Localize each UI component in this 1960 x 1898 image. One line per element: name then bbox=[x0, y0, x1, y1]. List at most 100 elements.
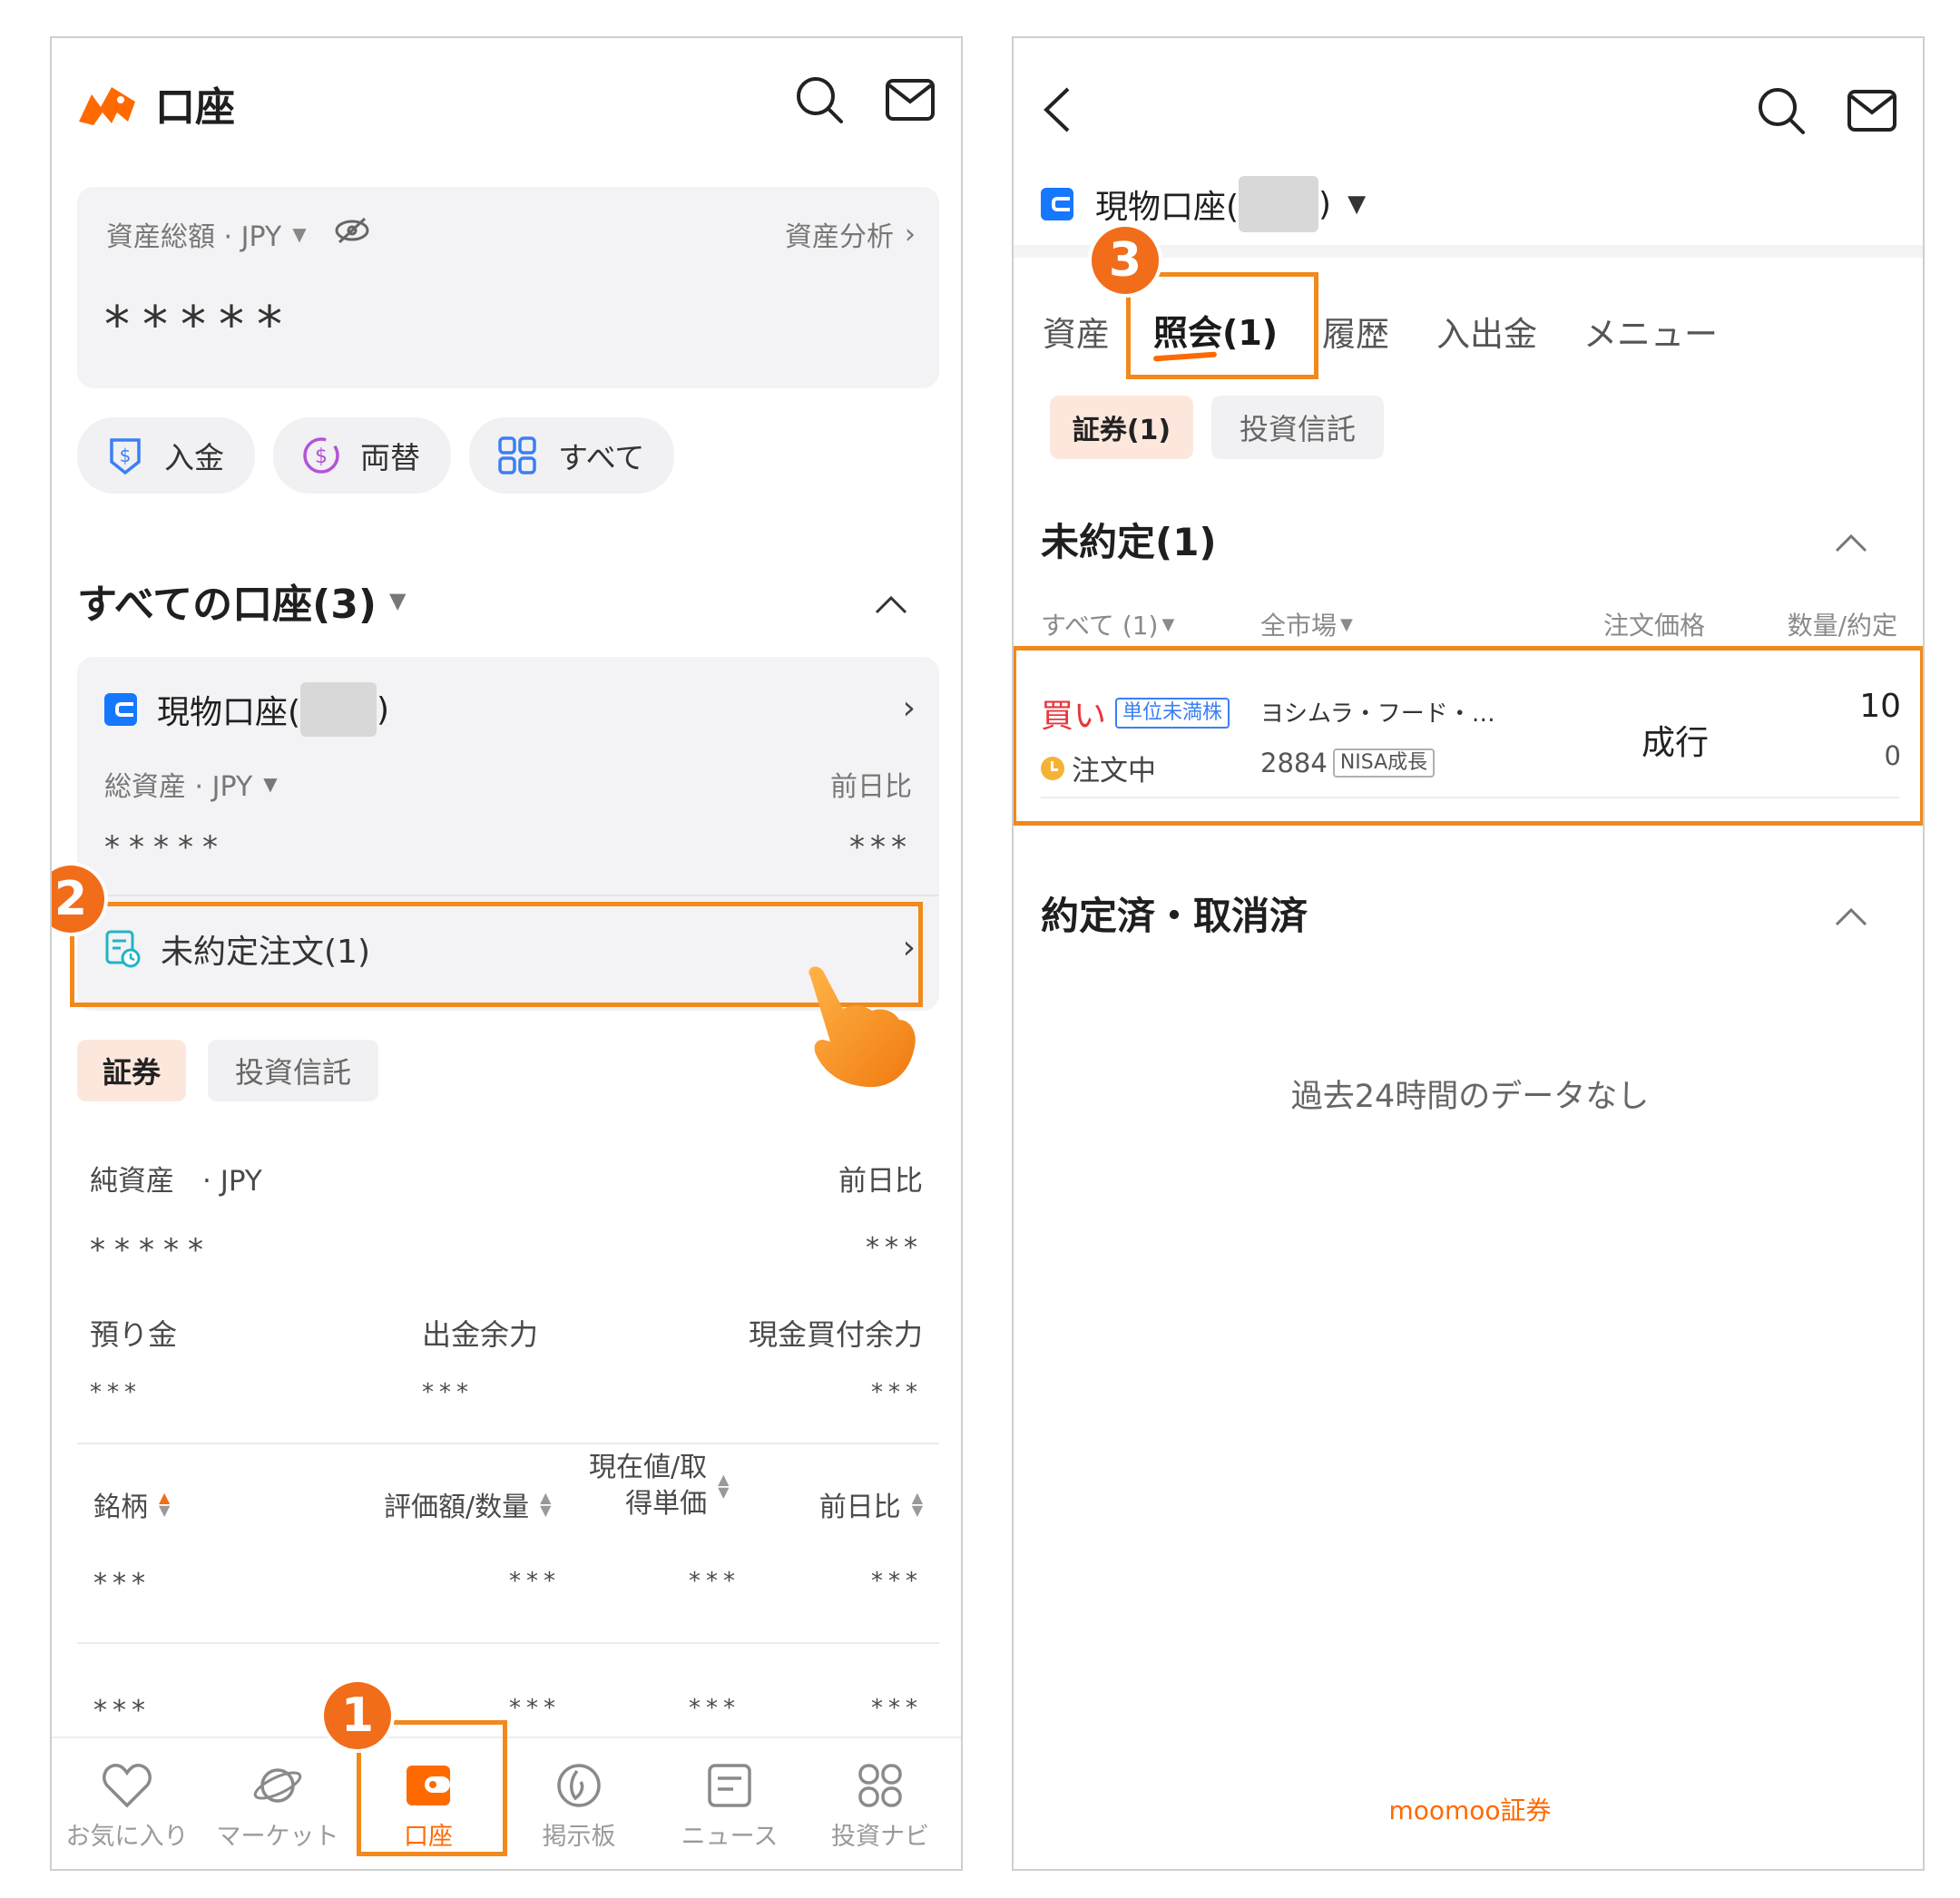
step-2-highlight bbox=[70, 902, 923, 1007]
asset-total-label: 資産総額 · JPY bbox=[106, 221, 282, 253]
caret-down-icon: ▼ bbox=[389, 588, 407, 613]
caret-down-icon: ▼ bbox=[1161, 614, 1175, 634]
sort-icon: ▲ ▼ bbox=[911, 1489, 923, 1519]
tab-mutual-funds-label: 投資信託 bbox=[1239, 412, 1356, 446]
tab-mutual-funds[interactable]: 投資信託 bbox=[1211, 396, 1384, 459]
tab-mutual-funds-label: 投資信託 bbox=[234, 1055, 351, 1090]
right-phone-screen: 現物口座( ) ▼ 資産 照会(1) 履歴 入出金 メニュー 3 証券(1) 投… bbox=[1012, 36, 1925, 1871]
tab-assets[interactable]: 資産 bbox=[1043, 307, 1110, 356]
svg-text:$: $ bbox=[315, 445, 328, 468]
board-icon bbox=[557, 1764, 601, 1807]
column-header-symbol[interactable]: 銘柄 ▲ ▼ bbox=[93, 1484, 170, 1524]
net-day-change-value: *** bbox=[866, 1232, 923, 1264]
tab-securities-label: 証券(1) bbox=[1072, 415, 1171, 446]
table-cell: *** bbox=[509, 1695, 561, 1722]
collapse-chevron-up-icon[interactable] bbox=[1834, 905, 1868, 931]
withdrawable-value: *** bbox=[422, 1379, 474, 1406]
tab-securities-label: 証券 bbox=[102, 1055, 161, 1090]
column-qty-filled: 数量/約定 bbox=[1787, 611, 1897, 641]
back-arrow-icon[interactable] bbox=[1041, 85, 1072, 138]
empty-state-text: 過去24時間のデータなし bbox=[1290, 1079, 1650, 1115]
column-symbol-label: 銘柄 bbox=[93, 1492, 148, 1523]
net-assets-value: ***** bbox=[90, 1232, 212, 1268]
nav-board-label: 掲示板 bbox=[542, 1823, 616, 1851]
currency-dropdown-icon[interactable]: ▼ bbox=[292, 223, 306, 245]
sort-icon: ▲ ▼ bbox=[540, 1489, 552, 1519]
svg-text:$: $ bbox=[120, 445, 132, 466]
asset-analysis-label: 資産分析 bbox=[785, 221, 894, 253]
heart-icon bbox=[103, 1764, 152, 1808]
column-header-value[interactable]: 評価額/数量 ▲ ▼ bbox=[384, 1484, 551, 1524]
table-cell: *** bbox=[689, 1568, 740, 1595]
nav-board[interactable]: 掲示板 bbox=[504, 1762, 654, 1869]
total-assets-value: ***** bbox=[104, 829, 227, 866]
account-selector[interactable]: 現物口座( ) ▼ bbox=[1041, 176, 1366, 232]
column-value-label: 評価額/数量 bbox=[384, 1492, 530, 1523]
app-logo bbox=[75, 76, 139, 132]
nav-invest-navi[interactable]: 投資ナビ bbox=[805, 1762, 956, 1869]
chevron-right-icon: › bbox=[905, 218, 916, 250]
table-cell: *** bbox=[93, 1695, 151, 1727]
sort-icon: ▲ ▼ bbox=[718, 1471, 730, 1501]
nav-market-label: マーケット bbox=[216, 1823, 339, 1851]
column-header-day-change[interactable]: 前日比 ▲ ▼ bbox=[819, 1484, 923, 1524]
market-filter[interactable]: 全市場 ▼ bbox=[1260, 606, 1353, 642]
account-icon bbox=[104, 693, 137, 726]
done-section-title: 約定済・取消済 bbox=[1041, 894, 1308, 938]
nav-favorites[interactable]: お気に入り bbox=[52, 1762, 202, 1869]
mail-icon[interactable] bbox=[1847, 89, 1897, 136]
nav-news[interactable]: ニュース bbox=[654, 1762, 805, 1869]
collapse-chevron-up-icon[interactable] bbox=[1834, 532, 1868, 557]
asset-summary-card: 資産総額 · JPY ▼ 資産分析 › ***** bbox=[77, 187, 939, 388]
search-icon[interactable] bbox=[1756, 85, 1807, 140]
side-filter[interactable]: すべて (1) ▼ bbox=[1041, 606, 1174, 642]
asset-analysis-link[interactable]: 資産分析 › bbox=[785, 214, 916, 254]
footer-brand: moomoo証券 bbox=[1388, 1795, 1552, 1825]
day-change-label: 前日比 bbox=[830, 771, 912, 803]
hide-balance-icon[interactable] bbox=[334, 217, 370, 251]
exchange-icon: $ bbox=[303, 437, 339, 474]
account-number-mask bbox=[1239, 176, 1319, 232]
all-actions-button[interactable]: すべて bbox=[469, 417, 674, 494]
sort-icon: ▲ ▼ bbox=[159, 1489, 171, 1519]
search-icon[interactable] bbox=[794, 74, 845, 129]
tab-menu[interactable]: メニュー bbox=[1583, 307, 1718, 356]
moomoo-logo-icon bbox=[79, 87, 135, 125]
account-number-mask bbox=[300, 682, 377, 737]
account-name-suffix: ) bbox=[377, 690, 390, 729]
navi-icon bbox=[858, 1764, 902, 1807]
pending-section-title: 未約定(1) bbox=[1041, 520, 1217, 564]
caret-down-icon[interactable]: ▼ bbox=[263, 773, 277, 795]
table-cell: *** bbox=[689, 1695, 740, 1722]
withdrawable-label: 出金余力 bbox=[422, 1317, 539, 1352]
collapse-chevron-up-icon[interactable] bbox=[874, 593, 908, 619]
column-order-price: 注文価格 bbox=[1603, 611, 1706, 641]
market-filter-label: 全市場 bbox=[1260, 611, 1338, 641]
nav-market[interactable]: マーケット bbox=[202, 1762, 353, 1869]
account-name-row[interactable]: 現物口座( ) bbox=[104, 682, 389, 737]
tab-deposit-withdraw[interactable]: 入出金 bbox=[1436, 307, 1537, 356]
mail-icon[interactable] bbox=[885, 78, 936, 125]
day-change-value: *** bbox=[849, 829, 912, 866]
all-accounts-header[interactable]: すべての口座(3) ▼ bbox=[77, 572, 406, 630]
buying-power-label: 現金買付余力 bbox=[748, 1317, 923, 1352]
all-accounts-title: すべての口座(3) bbox=[77, 582, 377, 628]
tab-history[interactable]: 履歴 bbox=[1322, 307, 1389, 356]
exchange-button[interactable]: $ 両替 bbox=[273, 417, 451, 494]
page-title: 口座 bbox=[155, 84, 235, 131]
chevron-right-icon[interactable]: › bbox=[903, 690, 916, 727]
exchange-label: 両替 bbox=[360, 440, 420, 475]
asset-total-value: ***** bbox=[104, 296, 295, 355]
tab-mutual-funds[interactable]: 投資信託 bbox=[208, 1040, 378, 1101]
deposit-button[interactable]: $ 入金 bbox=[77, 417, 255, 494]
all-actions-label: すべて bbox=[558, 440, 645, 475]
deposit-icon: $ bbox=[110, 438, 141, 475]
table-cell: *** bbox=[871, 1568, 923, 1595]
column-price-label-line1: 現在値/取 bbox=[589, 1452, 708, 1483]
side-filter-label: すべて (1) bbox=[1041, 611, 1159, 641]
tab-securities[interactable]: 証券(1) bbox=[1050, 396, 1193, 459]
column-header-price[interactable]: 現在値/取 得単価 ▲ ▼ bbox=[589, 1450, 729, 1522]
tab-securities[interactable]: 証券 bbox=[77, 1040, 186, 1101]
deposit-balance-value: *** bbox=[90, 1379, 142, 1406]
column-day-change-label: 前日比 bbox=[818, 1492, 901, 1523]
